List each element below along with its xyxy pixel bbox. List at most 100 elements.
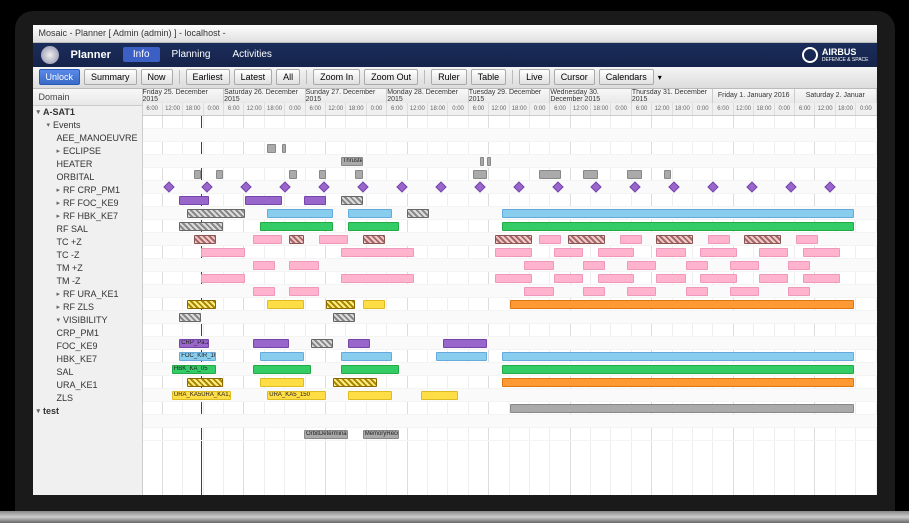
gantt-bar[interactable]: OrbitDetermination [304,430,348,439]
gantt-bar[interactable] [583,287,605,296]
gantt-bar[interactable] [473,170,488,179]
live-button[interactable]: Live [519,69,550,85]
milestone-diamond[interactable] [435,181,446,192]
gantt-bar[interactable] [539,235,561,244]
milestone-diamond[interactable] [396,181,407,192]
gantt-bar[interactable] [289,235,304,244]
gantt-bar[interactable] [759,274,788,283]
gantt-bar[interactable] [341,352,392,361]
gantt-bar[interactable] [289,261,318,270]
gantt-bar[interactable] [348,222,399,231]
gantt-bar[interactable] [194,235,216,244]
ruler-button[interactable]: Ruler [431,69,467,85]
dropdown-icon[interactable]: ▾ [658,73,662,82]
gantt-bar[interactable] [341,274,414,283]
gantt-bar[interactable] [539,170,561,179]
cursor-button[interactable]: Cursor [554,69,595,85]
tree-item[interactable]: ▸RF CRP_PM1 [33,184,142,197]
gantt-bar[interactable] [267,209,333,218]
tree-item[interactable]: CRP_PM1 [33,327,142,340]
now-button[interactable]: Now [141,69,173,85]
gantt-bar[interactable] [326,300,355,309]
gantt-bar[interactable] [664,170,671,179]
tree-item[interactable]: ▾Events [33,119,142,132]
gantt-bar[interactable] [554,248,583,257]
gantt-bar[interactable] [502,378,854,387]
milestone-diamond[interactable] [707,181,718,192]
milestone-diamond[interactable] [357,181,368,192]
gantt-bar[interactable] [686,261,708,270]
gantt-bar[interactable] [502,365,854,374]
gantt-bar[interactable] [253,287,275,296]
gantt-bar[interactable] [289,170,296,179]
gantt-bar[interactable] [686,287,708,296]
gantt-bar[interactable] [421,391,458,400]
all-button[interactable]: All [276,69,300,85]
gantt-bar[interactable] [788,261,810,270]
gantt-bar[interactable] [282,144,286,153]
gantt-bar[interactable] [510,404,855,413]
zoom-out-button[interactable]: Zoom Out [364,69,418,85]
tree-item[interactable]: TC -Z [33,249,142,262]
gantt-bar[interactable] [730,261,759,270]
gantt-bar[interactable] [216,170,223,179]
gantt-bar[interactable] [341,365,400,374]
tree-item[interactable]: ▾VISIBILITY [33,314,142,327]
gantt-bar[interactable]: URA_KA5URA_KA1,2150 [172,391,231,400]
tree-item[interactable]: RF SAL [33,223,142,236]
milestone-diamond[interactable] [280,181,291,192]
gantt-bar[interactable]: FOC_KIR_16 [179,352,216,361]
unlock-button[interactable]: Unlock [39,69,81,85]
milestone-diamond[interactable] [785,181,796,192]
gantt-bar[interactable] [253,339,290,348]
gantt-bar[interactable] [179,222,223,231]
gantt-bar[interactable] [583,170,598,179]
calendars-button[interactable]: Calendars [599,69,654,85]
latest-button[interactable]: Latest [234,69,273,85]
gantt-bar[interactable] [510,300,855,309]
gantt-bar[interactable] [656,235,693,244]
tree-item[interactable]: ORBITAL [33,171,142,184]
gantt-bar[interactable] [730,287,759,296]
gantt-bar[interactable] [583,261,605,270]
gantt-bar[interactable] [319,170,326,179]
tree-item[interactable]: URA_KE1 [33,379,142,392]
gantt-bar[interactable] [502,222,854,231]
gantt-bar[interactable] [788,287,810,296]
gantt-bar[interactable] [568,235,605,244]
gantt-bar[interactable] [524,261,553,270]
tree-item[interactable]: AEE_MANOEUVRE [33,132,142,145]
tree-item[interactable]: ▸RF FOC_KE9 [33,197,142,210]
gantt-bar[interactable] [487,157,491,166]
tree-item[interactable]: TM +Z [33,262,142,275]
gantt-bar[interactable] [502,209,854,218]
tree-item[interactable]: HEATER [33,158,142,171]
gantt-bar[interactable] [656,274,685,283]
gantt-bar[interactable]: MemoryRecordOn [363,430,400,439]
tree-item[interactable]: SAL [33,366,142,379]
gantt-bar[interactable] [319,235,348,244]
milestone-diamond[interactable] [630,181,641,192]
gantt-bar[interactable]: HBK_KA_05 [172,365,216,374]
gantt-bar[interactable] [348,391,392,400]
milestone-diamond[interactable] [746,181,757,192]
gantt-bar[interactable] [598,274,635,283]
milestone-diamond[interactable] [824,181,835,192]
gantt-bar[interactable] [187,378,224,387]
tree-item[interactable]: ▾test [33,405,142,418]
gantt-bar[interactable] [443,339,487,348]
gantt-bar[interactable] [179,313,201,322]
earliest-button[interactable]: Earliest [186,69,230,85]
milestone-diamond[interactable] [202,181,213,192]
gantt-bar[interactable] [348,209,392,218]
gantt-bar[interactable] [620,235,642,244]
gantt-bar[interactable] [260,378,304,387]
tree-item[interactable]: TM -Z [33,275,142,288]
gantt-bar[interactable] [260,352,304,361]
tab-info[interactable]: Info [123,47,160,62]
gantt-bar[interactable] [201,274,245,283]
zoom-in-button[interactable]: Zoom In [313,69,360,85]
gantt-bar[interactable] [495,274,532,283]
gantt-bar[interactable] [179,196,208,205]
gantt-bar[interactable] [341,196,363,205]
